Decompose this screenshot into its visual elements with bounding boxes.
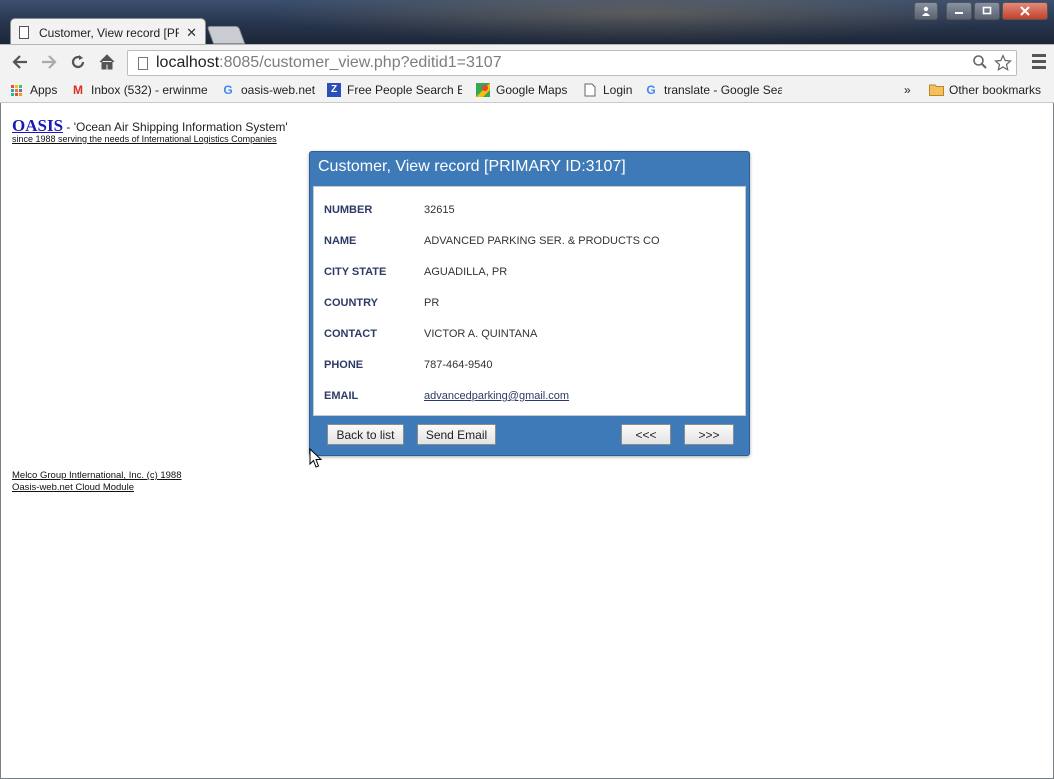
customer-view-panel: Customer, View record [PRIMARY ID:3107] … [309, 151, 750, 456]
address-bar[interactable]: localhost:8085/customer_view.php?editid1… [127, 50, 1017, 76]
field-row-contact: CONTACT VICTOR A. QUINTANA [324, 328, 537, 340]
page-icon [583, 83, 597, 97]
field-value: AGUADILLA, PR [424, 266, 508, 278]
bookmark-label: Google Maps [496, 83, 568, 97]
field-label: CITY STATE [324, 266, 387, 278]
bookmark-oasis[interactable]: G oasis-web.net [221, 83, 315, 97]
field-label: NAME [324, 235, 357, 247]
bookmark-people-search[interactable]: Z Free People Search En [327, 83, 462, 97]
field-label: COUNTRY [324, 297, 378, 309]
field-row-name: NAME ADVANCED PARKING SER. & PRODUCTS CO [324, 235, 660, 247]
field-row-number: NUMBER 32615 [324, 204, 455, 216]
back-arrow-icon[interactable] [9, 51, 31, 73]
field-value: 787-464-9540 [424, 359, 493, 371]
next-record-button[interactable]: >>> [684, 424, 734, 445]
bookmark-translate[interactable]: G translate - Google Sea [644, 83, 782, 97]
title-bar: Customer, View record [PRIMARY ID:3107] … [0, 0, 1054, 44]
google-icon: G [223, 83, 233, 97]
field-label: EMAIL [324, 390, 359, 402]
panel-title: Customer, View record [PRIMARY ID:3107] [318, 158, 626, 175]
bookmark-google-maps[interactable]: Google Maps [476, 83, 567, 97]
folder-icon [929, 83, 944, 97]
field-value: ADVANCED PARKING SER. & PRODUCTS CO [424, 235, 660, 247]
forward-arrow-icon[interactable] [38, 51, 60, 73]
bookmarks-bar: Apps M Inbox (532) - erwinme G oasis-web… [0, 79, 1054, 103]
url-path: :8085/customer_view.php?editid1=3107 [219, 54, 502, 71]
bookmark-label: oasis-web.net [241, 83, 316, 97]
window-controls [912, 2, 1048, 20]
site-subtitle-link[interactable]: since 1988 serving the needs of Internat… [12, 134, 277, 144]
bookmark-label: Login [603, 83, 633, 97]
field-row-city-state: CITY STATE AGUADILLA, PR [324, 266, 507, 278]
field-value: VICTOR A. QUINTANA [424, 328, 538, 340]
oasis-logo-link[interactable]: OASIS [12, 116, 63, 135]
page-info-icon [138, 56, 148, 70]
field-value: 32615 [424, 204, 455, 216]
footer-module-link[interactable]: Oasis-web.net Cloud Module [12, 482, 134, 493]
mouse-cursor-icon [309, 448, 323, 468]
bookmark-label: Other bookmarks [949, 83, 1042, 97]
field-row-country: COUNTRY PR [324, 297, 439, 309]
previous-record-button[interactable]: <<< [621, 424, 671, 445]
browser-toolbar: localhost:8085/customer_view.php?editid1… [0, 44, 1054, 79]
field-row-email: EMAIL advancedparking@gmail.com [324, 390, 569, 402]
bookmark-label: Inbox (532) - erwinme [91, 83, 207, 97]
gmail-icon: M [73, 83, 83, 97]
zoom-icon[interactable] [972, 54, 988, 70]
back-to-list-button[interactable]: Back to list [327, 424, 404, 445]
chrome-menu-icon[interactable] [1032, 54, 1046, 72]
site-tagline: - 'Ocean Air Shipping Information System… [63, 120, 288, 134]
email-link[interactable]: advancedparking@gmail.com [424, 390, 569, 402]
field-row-phone: PHONE 787-464-9540 [324, 359, 493, 371]
zaba-icon: Z [327, 83, 341, 97]
other-bookmarks[interactable]: Other bookmarks [929, 83, 1041, 97]
maps-icon [476, 83, 490, 97]
tab-close-icon[interactable]: ✕ [186, 25, 197, 41]
bookmark-star-icon[interactable] [994, 54, 1012, 72]
reload-icon[interactable] [67, 51, 89, 73]
maximize-button[interactable] [974, 2, 1000, 20]
close-window-button[interactable] [1002, 2, 1048, 20]
panel-footer: Back to list Send Email <<< >>> [313, 417, 746, 453]
bookmark-apps[interactable]: Apps [11, 83, 57, 97]
apps-grid-icon [11, 84, 22, 96]
page-icon [19, 26, 29, 39]
url-host: localhost [156, 54, 220, 71]
field-label: NUMBER [324, 204, 373, 216]
bookmark-inbox[interactable]: M Inbox (532) - erwinme [71, 83, 207, 97]
field-label: PHONE [324, 359, 364, 371]
user-profile-icon[interactable] [914, 2, 938, 20]
bookmark-login[interactable]: Login [583, 83, 632, 97]
send-email-button[interactable]: Send Email [417, 424, 496, 445]
bookmark-label: Apps [30, 83, 58, 97]
tab-title: Customer, View record [PRIMARY ID:3107] [39, 25, 179, 40]
home-icon[interactable] [96, 51, 118, 73]
field-label: CONTACT [324, 328, 377, 340]
site-header: OASIS - 'Ocean Air Shipping Information … [12, 116, 288, 136]
field-value: PR [424, 297, 440, 309]
bookmarks-overflow-icon[interactable]: » [904, 83, 911, 97]
minimize-button[interactable] [946, 2, 972, 20]
bookmark-label: translate - Google Sea [664, 83, 782, 97]
browser-tab[interactable]: Customer, View record [PRIMARY ID:3107] … [10, 18, 206, 44]
bookmark-label: Free People Search En [347, 83, 462, 97]
footer-copyright-link[interactable]: Melco Group Intlernational, Inc. (c) 198… [12, 470, 182, 481]
new-tab-button[interactable] [206, 26, 246, 44]
record-fields: NUMBER 32615 NAME ADVANCED PARKING SER. … [313, 186, 746, 416]
google-icon: G [646, 83, 656, 97]
